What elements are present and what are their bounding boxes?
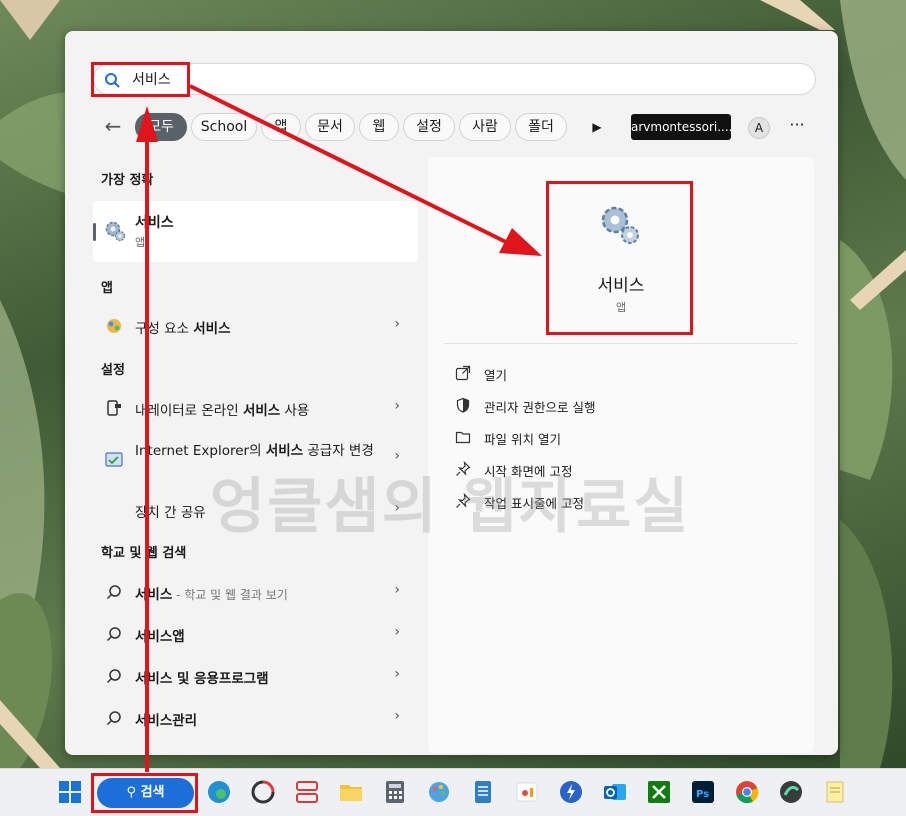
chevron-right-icon: › xyxy=(394,708,400,724)
chevron-right-icon: › xyxy=(394,316,400,332)
web-result-2[interactable]: 서비스앱 › xyxy=(93,616,418,650)
more-filters-play-icon[interactable]: ▶ xyxy=(585,113,609,141)
svg-text:Ps: Ps xyxy=(696,789,709,800)
chevron-right-icon: › xyxy=(394,582,400,598)
search-icon xyxy=(106,585,121,600)
chevron-right-icon: › xyxy=(394,624,400,640)
folder-icon xyxy=(455,431,471,444)
snip-app-icon[interactable] xyxy=(294,779,320,805)
chrome-icon[interactable] xyxy=(734,779,760,805)
best-match-type: 앱 xyxy=(135,236,146,249)
best-match-name: 서비스 xyxy=(135,215,174,231)
annotation-box-taskbar-search xyxy=(91,773,198,813)
result-label: 장치 간 공유 xyxy=(135,505,206,521)
result-label: 서비스 및 응용프로그램 xyxy=(135,671,269,687)
edge-icon[interactable] xyxy=(206,779,232,805)
section-title-best-match: 가장 정확 xyxy=(101,173,154,188)
search-panel: ← 모두 School 앱 문서 웹 설정 사람 폴더 ▶ arvmontess… xyxy=(65,31,838,755)
action-open-file-location[interactable]: 파일 위치 열기 xyxy=(452,425,752,449)
search-icon xyxy=(106,669,121,684)
account-chip[interactable]: arvmontessori.... xyxy=(631,114,731,140)
app-result-component-services[interactable]: 구성 요소 서비스 › xyxy=(93,308,418,342)
filter-chip-documents[interactable]: 문서 xyxy=(305,113,355,141)
watermark: 엉클샘의 웹자료실 xyxy=(210,472,691,542)
action-open[interactable]: 열기 xyxy=(452,361,752,385)
search-icon xyxy=(106,627,121,642)
result-label: 구성 요소 서비스 xyxy=(135,321,231,337)
section-title-settings: 설정 xyxy=(101,363,125,378)
outlook-icon[interactable] xyxy=(602,779,628,805)
result-label: 내레이터로 온라인 서비스 사용 xyxy=(135,403,310,419)
filter-chip-settings[interactable]: 설정 xyxy=(403,113,455,141)
filter-chip-all[interactable]: 모두 xyxy=(135,113,187,141)
filter-chip-people[interactable]: 사람 xyxy=(459,113,511,141)
file-explorer-icon[interactable] xyxy=(338,779,364,805)
web-result-1[interactable]: 서비스 - 학교 및 웹 결과 보기 › xyxy=(93,574,418,608)
chevron-right-icon: › xyxy=(394,398,400,414)
result-label: 서비스관리 xyxy=(135,713,198,729)
open-external-icon xyxy=(455,365,471,381)
section-title-apps: 앱 xyxy=(101,281,113,296)
back-button[interactable]: ← xyxy=(99,113,127,141)
web-result-4[interactable]: 서비스관리 › xyxy=(93,700,418,734)
search-box[interactable] xyxy=(93,63,816,95)
filter-chip-web[interactable]: 웹 xyxy=(359,113,399,141)
notepad-icon[interactable] xyxy=(470,779,496,805)
chevron-right-icon: › xyxy=(394,666,400,682)
app-shortcut-icon[interactable] xyxy=(558,779,584,805)
narrator-settings-icon xyxy=(107,400,121,416)
avatar[interactable]: A xyxy=(748,117,770,139)
filter-chip-apps[interactable]: 앱 xyxy=(261,113,301,141)
media-app-icon[interactable] xyxy=(514,779,540,805)
result-label: 서비스 - 학교 및 웹 결과 보기 xyxy=(135,587,288,603)
more-options-button[interactable]: ··· xyxy=(785,113,809,141)
component-services-icon xyxy=(107,319,121,333)
annotation-box-services-app xyxy=(546,181,693,335)
photoshop-icon[interactable]: Ps xyxy=(690,779,716,805)
filter-bar: ← 모두 School 앱 문서 웹 설정 사람 폴더 ▶ arvmontess… xyxy=(93,111,816,143)
divider xyxy=(444,343,798,344)
annotation-box-search-query xyxy=(91,62,190,97)
selection-indicator xyxy=(93,223,96,241)
web-result-3[interactable]: 서비스 및 응용프로그램 › xyxy=(93,658,418,692)
search-input[interactable] xyxy=(132,68,792,90)
internet-options-icon xyxy=(105,452,123,467)
windows-start-icon[interactable] xyxy=(57,779,83,805)
best-match-item[interactable]: 서비스 앱 xyxy=(93,201,418,262)
xbox-icon[interactable] xyxy=(646,779,672,805)
filter-chip-school[interactable]: School xyxy=(191,113,257,141)
search-icon xyxy=(106,711,121,726)
calculator-icon[interactable] xyxy=(382,779,408,805)
sticky-notes-icon[interactable] xyxy=(822,779,848,805)
result-label: 서비스앱 xyxy=(135,629,185,645)
filter-chip-folders[interactable]: 폴더 xyxy=(515,113,567,141)
shield-icon xyxy=(456,397,470,413)
app-shortcut-icon[interactable] xyxy=(778,779,804,805)
services-gear-icon xyxy=(105,221,126,242)
paint-icon[interactable] xyxy=(426,779,452,805)
copilot-app-icon[interactable] xyxy=(250,779,276,805)
section-title-web: 학교 및 웹 검색 xyxy=(101,546,187,561)
setting-result-narrator[interactable]: 내레이터로 온라인 서비스 사용 › xyxy=(93,390,418,424)
action-run-as-admin[interactable]: 관리자 권한으로 실행 xyxy=(452,393,752,417)
